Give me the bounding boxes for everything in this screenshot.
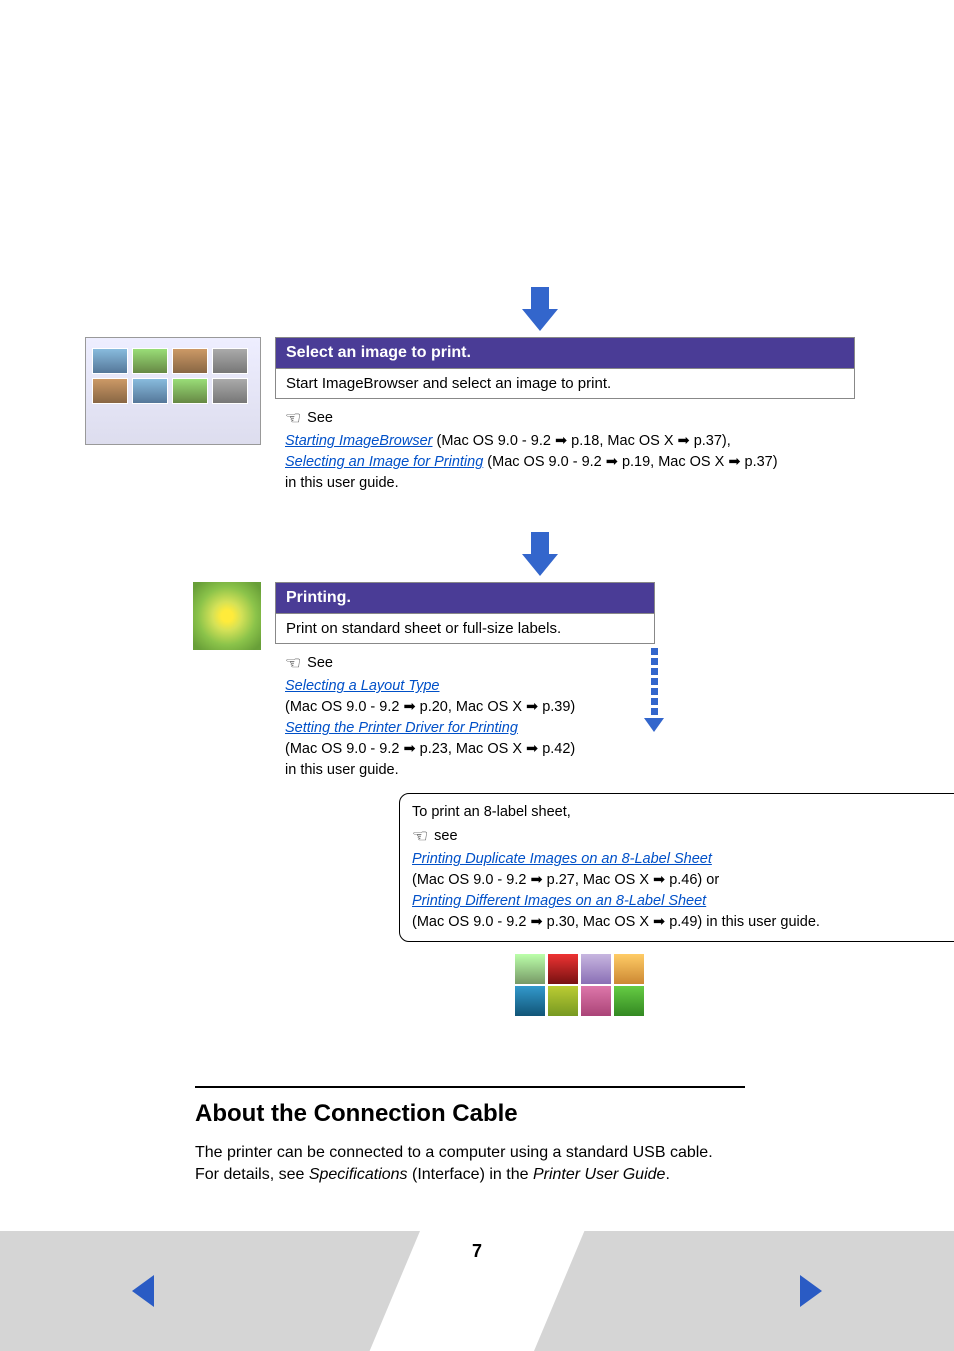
ref-text: (Mac OS 9.0 - 9.2 ➡ p.19, Mac OS X ➡ p.3… bbox=[483, 454, 777, 470]
flower-image-icon bbox=[193, 582, 261, 650]
callout-8label: To print an 8-label sheet, ☞ see Printin… bbox=[399, 793, 954, 942]
link-starting-imagebrowser[interactable]: Starting ImageBrowser bbox=[285, 433, 432, 449]
step-heading: Select an image to print. bbox=[275, 337, 855, 368]
link-printer-driver[interactable]: Setting the Printer Driver for Printing bbox=[285, 720, 518, 736]
footer-bar-left bbox=[0, 1231, 420, 1351]
step-select-image: Select an image to print. Start ImageBro… bbox=[85, 337, 855, 500]
tail-text: in this user guide. bbox=[285, 475, 399, 491]
thumbnail-flower bbox=[85, 582, 261, 650]
see-references: ☞ See Starting ImageBrowser (Mac OS 9.0 … bbox=[275, 399, 855, 500]
ref-text: (Mac OS 9.0 - 9.2 ➡ p.20, Mac OS X ➡ p.3… bbox=[285, 699, 575, 715]
thumbnail-browser bbox=[85, 337, 261, 445]
step-heading: Printing. bbox=[275, 582, 655, 613]
dotted-arrow-icon bbox=[645, 648, 663, 732]
link-selecting-image[interactable]: Selecting an Image for Printing bbox=[285, 454, 483, 470]
ref-text: (Mac OS 9.0 - 9.2 ➡ p.23, Mac OS X ➡ p.4… bbox=[285, 741, 575, 757]
section-heading: About the Connection Cable bbox=[195, 1100, 855, 1128]
page-number: 7 bbox=[472, 1241, 482, 1262]
flow-arrow bbox=[275, 281, 805, 331]
pointer-icon: ☞ bbox=[285, 405, 301, 431]
footer-bar-right bbox=[534, 1231, 954, 1351]
step-description: Start ImageBrowser and select an image t… bbox=[275, 368, 855, 399]
section-paragraph: The printer can be connected to a comput… bbox=[195, 1142, 865, 1185]
flow-arrow bbox=[275, 526, 805, 576]
ref-text: (Mac OS 9.0 - 9.2 ➡ p.27, Mac OS X ➡ p.4… bbox=[412, 872, 719, 888]
see-label: See bbox=[307, 655, 333, 671]
link-layout-type[interactable]: Selecting a Layout Type bbox=[285, 678, 440, 694]
see-label: see bbox=[434, 828, 457, 844]
page-footer: 7 bbox=[0, 1231, 954, 1351]
see-label: See bbox=[307, 410, 333, 426]
tail-text: in this user guide. bbox=[285, 762, 399, 778]
callout-intro: To print an 8-label sheet, bbox=[412, 802, 954, 823]
next-page-button[interactable] bbox=[800, 1275, 822, 1307]
browser-window-icon bbox=[85, 337, 261, 445]
label-sheet-icon bbox=[515, 954, 645, 1016]
link-duplicate-images[interactable]: Printing Duplicate Images on an 8-Label … bbox=[412, 851, 712, 867]
ref-text: (Mac OS 9.0 - 9.2 ➡ p.18, Mac OS X ➡ p.3… bbox=[432, 433, 730, 449]
arrow-down-icon bbox=[522, 309, 558, 331]
step-printing: Printing. Print on standard sheet or ful… bbox=[85, 582, 855, 787]
pointer-icon: ☞ bbox=[412, 823, 428, 849]
link-different-images[interactable]: Printing Different Images on an 8-Label … bbox=[412, 893, 706, 909]
pointer-icon: ☞ bbox=[285, 650, 301, 676]
prev-page-button[interactable] bbox=[132, 1275, 154, 1307]
ref-text: (Mac OS 9.0 - 9.2 ➡ p.30, Mac OS X ➡ p.4… bbox=[412, 914, 820, 930]
step-description: Print on standard sheet or full-size lab… bbox=[275, 613, 655, 644]
see-references: ☞ See Selecting a Layout Type (Mac OS 9.… bbox=[275, 644, 655, 787]
section-rule bbox=[195, 1086, 745, 1088]
arrow-down-icon bbox=[522, 554, 558, 576]
